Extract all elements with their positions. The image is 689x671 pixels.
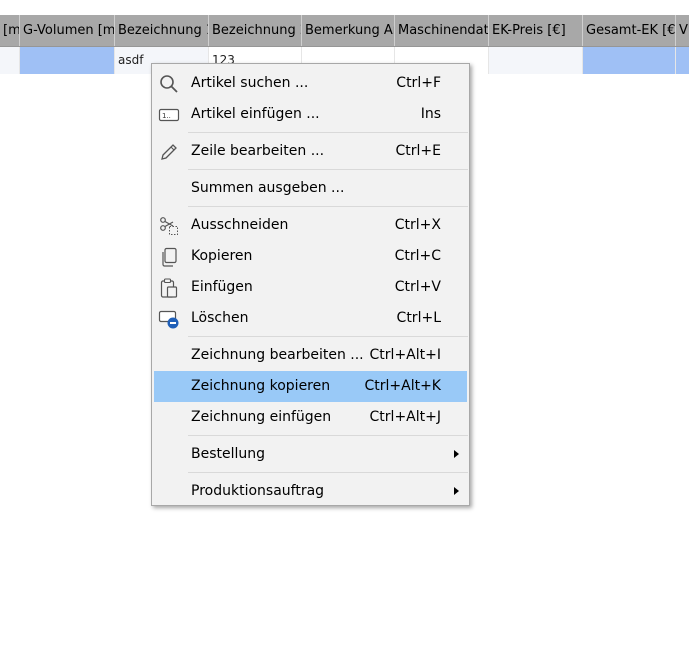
submenu-arrow-icon	[454, 450, 459, 458]
clipboard-icon	[158, 277, 180, 299]
menu-separator	[188, 336, 468, 337]
menu-item-zeichnung-einfuegen[interactable]: Zeichnung einfügen Ctrl+Alt+J	[154, 402, 467, 433]
menu-item-zeichnung-kopieren[interactable]: Zeichnung kopieren Ctrl+Alt+K	[154, 371, 467, 402]
menu-item-shortcut: Ctrl+Alt+J	[369, 409, 441, 425]
menu-item-shortcut: Ctrl+L	[396, 310, 441, 326]
menu-item-label: Produktionsauftrag	[191, 483, 325, 499]
menu-item-label: Summen ausgeben ...	[191, 180, 345, 196]
menu-item-artikel-suchen[interactable]: Artikel suchen ... Ctrl+F	[154, 68, 467, 99]
column-header[interactable]: G-Volumen [m	[20, 15, 115, 46]
menu-item-label: Kopieren	[191, 248, 253, 264]
menu-item-zeichnung-bearbeiten[interactable]: Zeichnung bearbeiten ... Ctrl+Alt+I	[154, 340, 467, 371]
column-header[interactable]: Gesamt-EK [€]	[583, 15, 676, 46]
menu-item-label: Ausschneiden	[191, 217, 289, 233]
menu-item-label: Einfügen	[191, 279, 253, 295]
menu-item-label: Zeichnung kopieren	[191, 378, 331, 394]
table-cell[interactable]	[583, 47, 676, 74]
column-header[interactable]: EK-Preis [€]	[489, 15, 583, 46]
menu-item-loeschen[interactable]: Löschen Ctrl+L	[154, 303, 467, 334]
menu-item-kopieren[interactable]: Kopieren Ctrl+C	[154, 241, 467, 272]
insert-field-icon: 1..	[158, 104, 180, 126]
menu-item-shortcut: Ctrl+F	[396, 75, 441, 91]
menu-item-produktionsauftrag[interactable]: Produktionsauftrag	[154, 476, 467, 507]
menu-item-zeile-bearbeiten[interactable]: Zeile bearbeiten ... Ctrl+E	[154, 136, 467, 167]
menu-item-label: Löschen	[191, 310, 249, 326]
menu-item-shortcut: Ins	[420, 106, 441, 122]
column-header[interactable]: Bezeichnung 2	[209, 15, 302, 46]
svg-text:1..: 1..	[162, 112, 171, 120]
menu-separator	[188, 169, 468, 170]
menu-separator	[188, 435, 468, 436]
grid-header: [m³ G-Volumen [m Bezeichnung 1 Bezeichnu…	[0, 15, 689, 47]
submenu-arrow-icon	[454, 487, 459, 495]
menu-item-label: Artikel einfügen ...	[191, 106, 320, 122]
menu-item-shortcut: Ctrl+V	[394, 279, 441, 295]
menu-item-ausschneiden[interactable]: Ausschneiden Ctrl+X	[154, 210, 467, 241]
column-header[interactable]: Maschinendate	[395, 15, 489, 46]
menu-item-shortcut: Ctrl+X	[394, 217, 441, 233]
pencil-icon	[158, 141, 180, 163]
table-cell[interactable]	[20, 47, 115, 74]
top-strip	[0, 0, 689, 15]
column-header[interactable]: V	[676, 15, 689, 46]
menu-item-label: Zeile bearbeiten ...	[191, 143, 325, 159]
menu-item-einfuegen[interactable]: Einfügen Ctrl+V	[154, 272, 467, 303]
menu-item-label: Zeichnung bearbeiten ...	[191, 347, 364, 363]
menu-separator	[188, 472, 468, 473]
menu-item-shortcut: Ctrl+Alt+K	[364, 378, 441, 394]
menu-item-label: Bestellung	[191, 446, 266, 462]
menu-item-artikel-einfuegen[interactable]: 1.. Artikel einfügen ... Ins	[154, 99, 467, 130]
copy-icon	[158, 246, 180, 268]
column-header[interactable]: Bezeichnung 1	[115, 15, 209, 46]
menu-separator	[188, 206, 468, 207]
menu-separator	[188, 132, 468, 133]
menu-item-summen-ausgeben[interactable]: Summen ausgeben ...	[154, 173, 467, 204]
menu-item-shortcut: Ctrl+Alt+I	[369, 347, 441, 363]
table-cell[interactable]	[676, 47, 689, 74]
menu-item-bestellung[interactable]: Bestellung	[154, 439, 467, 470]
delete-icon	[158, 308, 180, 330]
menu-item-shortcut: Ctrl+C	[394, 248, 441, 264]
menu-item-label: Artikel suchen ...	[191, 75, 309, 91]
table-cell[interactable]	[489, 47, 583, 74]
context-menu: Artikel suchen ... Ctrl+F 1.. Artikel ei…	[151, 63, 470, 506]
menu-item-shortcut: Ctrl+E	[395, 143, 442, 159]
column-header[interactable]: [m³	[0, 15, 20, 46]
scissors-icon	[158, 215, 180, 237]
menu-item-label: Zeichnung einfügen	[191, 409, 332, 425]
column-header[interactable]: Bemerkung Ar	[302, 15, 395, 46]
search-icon	[158, 73, 180, 95]
table-cell[interactable]	[0, 47, 20, 74]
